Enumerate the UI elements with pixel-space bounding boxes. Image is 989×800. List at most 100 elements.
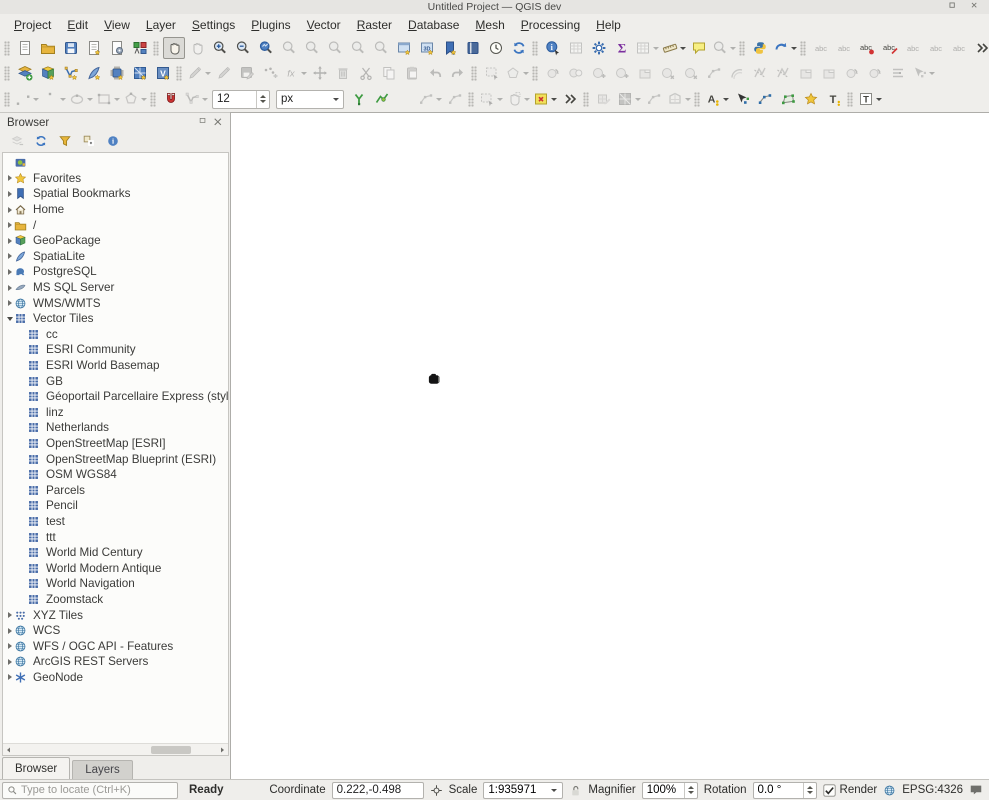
deselect-features-all-layers-button[interactable] — [532, 88, 558, 110]
modify-annotations-button[interactable] — [731, 88, 753, 110]
new-temporary-scratch-layer-button[interactable] — [106, 62, 128, 84]
maximize-button[interactable] — [949, 2, 959, 12]
tree-item-xyz-tiles[interactable]: XYZ Tiles — [3, 607, 228, 623]
zoom-out-button[interactable] — [232, 37, 254, 59]
zoom-full-button[interactable] — [255, 37, 277, 59]
expand-arrow[interactable] — [5, 628, 14, 634]
annotations-toolbar-handle[interactable] — [694, 92, 700, 107]
magnifier-spinbox[interactable] — [642, 782, 698, 799]
expand-arrow[interactable] — [5, 285, 14, 291]
tree-item-linz[interactable]: linz — [3, 405, 228, 421]
rotation-input[interactable] — [754, 783, 803, 798]
tree-item-world-navigation[interactable]: World Navigation — [3, 576, 228, 592]
tree-item-spatialite[interactable]: SpatiaLite — [3, 249, 228, 265]
map-tips-button[interactable] — [688, 37, 710, 59]
advanced-digitizing-toolbar-handle[interactable] — [532, 66, 538, 81]
tree-item-world-mid-century[interactable]: World Mid Century — [3, 545, 228, 561]
menu-raster[interactable]: Raster — [349, 15, 400, 35]
snapping-toolbar-handle[interactable] — [150, 92, 156, 107]
tree-item-osm-wgs84[interactable]: OSM WGS84 — [3, 467, 228, 483]
style-manager-button[interactable] — [129, 37, 151, 59]
tree-item-gb[interactable]: GB — [3, 373, 228, 389]
new-print-layout-button[interactable] — [83, 37, 105, 59]
checkbox-icon[interactable] — [823, 784, 836, 797]
zoom-in-button[interactable] — [209, 37, 231, 59]
topological-editing-button[interactable] — [348, 88, 370, 110]
new-mesh-layer-button[interactable] — [129, 62, 151, 84]
new-shapefile-layer-button[interactable] — [60, 62, 82, 84]
shape-digitizing-toolbar-handle[interactable] — [4, 92, 10, 107]
tree-item-home[interactable]: Home — [3, 202, 228, 218]
tree-item-postgresql[interactable]: PostgreSQL — [3, 264, 228, 280]
text-annotation-button[interactable]: T — [823, 88, 845, 110]
line-annotation-button[interactable] — [754, 88, 776, 110]
data-source-manager-toolbar-handle[interactable] — [4, 66, 10, 81]
open-data-source-manager-button[interactable] — [14, 62, 36, 84]
menu-mesh[interactable]: Mesh — [467, 15, 512, 35]
new-map-view-button[interactable] — [393, 37, 415, 59]
tree-item-netherlands[interactable]: Netherlands — [3, 420, 228, 436]
expand-arrow[interactable] — [5, 612, 14, 618]
tree-item-wms-wmts[interactable]: WMS/WMTS — [3, 295, 228, 311]
tree-item-cc[interactable]: cc — [3, 327, 228, 343]
expand-arrow[interactable] — [5, 659, 14, 665]
digitizing-toolbar-handle[interactable] — [176, 66, 182, 81]
tree-item-wcs[interactable]: WCS — [3, 623, 228, 639]
new-annotation-layer-button[interactable]: A — [704, 88, 730, 110]
tree-item-parcels[interactable]: Parcels — [3, 482, 228, 498]
menu-view[interactable]: View — [96, 15, 138, 35]
expand-arrow[interactable] — [5, 175, 14, 181]
tree-item-esri-world-basemap[interactable]: ESRI World Basemap — [3, 358, 228, 374]
menu-help[interactable]: Help — [588, 15, 629, 35]
locator-input[interactable] — [21, 784, 173, 796]
show-properties-widget-button[interactable]: i — [105, 133, 121, 149]
menu-edit[interactable]: Edit — [59, 15, 96, 35]
snapping-units-combo[interactable] — [276, 90, 344, 109]
scale-combo[interactable] — [483, 782, 563, 799]
text-annotation-group-handle[interactable] — [847, 92, 853, 107]
menu-vector[interactable]: Vector — [299, 15, 349, 35]
minimize-button[interactable] — [927, 2, 937, 12]
temporal-controller-panel-button[interactable] — [485, 37, 507, 59]
text-annotation-along-line-button[interactable]: T — [857, 88, 883, 110]
open-project-button[interactable] — [37, 37, 59, 59]
new-virtual-layer-button[interactable]: V — [152, 62, 174, 84]
tree-item-ttt[interactable]: ttt — [3, 529, 228, 545]
messages-icon[interactable] — [969, 783, 983, 797]
extent-toggle-icon[interactable] — [430, 784, 443, 797]
enable-snapping-button[interactable] — [160, 88, 182, 110]
snapping-tolerance-spinbox[interactable] — [212, 90, 270, 109]
menu-plugins[interactable]: Plugins — [243, 15, 298, 35]
selection-toolbar-handle[interactable] — [468, 92, 474, 107]
menu-database[interactable]: Database — [400, 15, 467, 35]
panel-close-button[interactable] — [213, 117, 224, 128]
vertex-tools-handle[interactable] — [471, 66, 477, 81]
filter-browser-button[interactable] — [57, 133, 73, 149]
new-project-button[interactable] — [14, 37, 36, 59]
plugins-toolbar-handle[interactable] — [739, 41, 745, 56]
tree-item-favorites[interactable]: Favorites — [3, 171, 228, 187]
map-navigation-toolbar-handle[interactable] — [153, 41, 159, 56]
highlight-pinned-labels-button[interactable]: abc — [856, 37, 878, 59]
expand-arrow[interactable] — [5, 643, 14, 649]
expand-arrow[interactable] — [5, 269, 14, 275]
tree-item--[interactable]: / — [3, 217, 228, 233]
statistical-summary-button[interactable]: Σ — [611, 37, 633, 59]
expand-arrow[interactable] — [5, 238, 14, 244]
scroll-right-arrow[interactable] — [218, 746, 226, 754]
render-checkbox[interactable]: Render — [823, 784, 878, 797]
new-spatialite-layer-button[interactable] — [83, 62, 105, 84]
allow-snapping-on-intersection-button[interactable] — [371, 88, 393, 110]
refresh-browser-button[interactable] — [33, 133, 49, 149]
new-geopackage-layer-button[interactable] — [37, 62, 59, 84]
new-3d-map-view-button[interactable]: 3D — [416, 37, 438, 59]
rotation-spinbox[interactable] — [753, 782, 817, 799]
plugin-tool-button[interactable] — [772, 37, 798, 59]
menu-settings[interactable]: Settings — [184, 15, 243, 35]
dock-tab-layers[interactable]: Layers — [72, 760, 133, 779]
tree-item-arcgis-rest-servers[interactable]: ArcGIS REST Servers — [3, 654, 228, 670]
locator-box[interactable] — [2, 782, 178, 799]
menu-processing[interactable]: Processing — [513, 15, 588, 35]
save-project-button[interactable] — [60, 37, 82, 59]
tree-item-test[interactable]: test — [3, 514, 228, 530]
